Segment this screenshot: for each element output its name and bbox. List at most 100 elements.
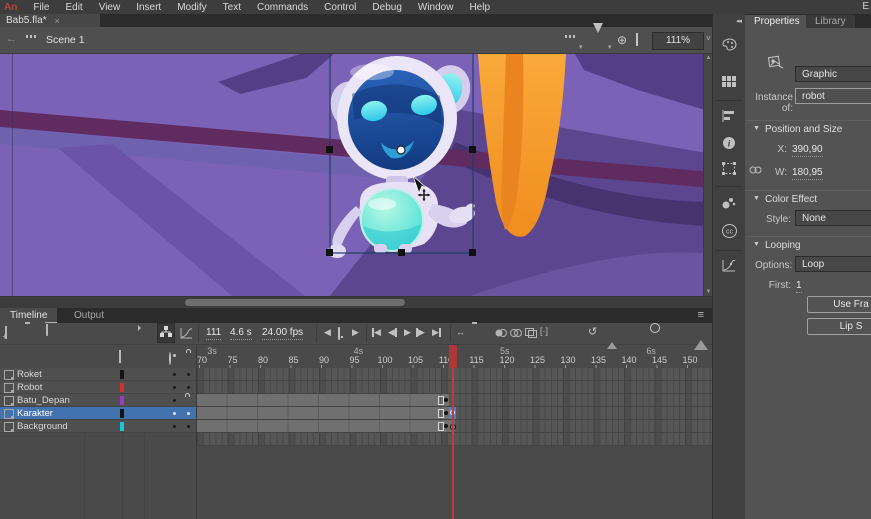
menu-text[interactable]: Text: [215, 2, 249, 13]
layer-lock-dot[interactable]: [187, 386, 190, 389]
keyframe-marker[interactable]: [444, 424, 448, 428]
section-position-size[interactable]: ▼ Position and Size: [745, 120, 871, 137]
edit-symbols-icon[interactable]: [593, 33, 603, 44]
lip-sync-button[interactable]: Lip S: [807, 318, 871, 335]
symbol-type-select[interactable]: Graphic: [795, 66, 871, 82]
layer-color-swatch[interactable]: [120, 409, 124, 418]
layer-row-batu_depan[interactable]: Batu_Depan: [0, 394, 196, 407]
first-frame-button[interactable]: ◀: [372, 327, 381, 338]
layer-color-swatch[interactable]: [120, 383, 124, 392]
layer-row-roket[interactable]: Roket: [0, 368, 196, 381]
tab-timeline[interactable]: Timeline: [0, 308, 57, 323]
frame-span[interactable]: [197, 420, 455, 432]
chevron-down-icon[interactable]: ˅: [706, 34, 711, 43]
section-looping[interactable]: ▼ Looping: [745, 236, 871, 253]
transform-panel-icon[interactable]: [722, 162, 736, 178]
frame-span[interactable]: [197, 394, 449, 406]
timeline-zoom-in-icon[interactable]: [694, 329, 708, 340]
menu-commands[interactable]: Commands: [249, 2, 316, 13]
modify-markers-button[interactable]: [·]: [540, 326, 548, 336]
new-layer-button[interactable]: [5, 327, 7, 338]
frame-track-batu_depan[interactable]: [197, 394, 712, 407]
layer-lock-dot[interactable]: [187, 373, 190, 376]
zoom-level-select[interactable]: 111%: [652, 32, 704, 50]
panel-menu-icon[interactable]: ≡: [698, 309, 704, 321]
first-frame-value[interactable]: 1: [796, 280, 802, 293]
timeline-zoom-out-icon[interactable]: [607, 331, 617, 342]
keyframe-marker[interactable]: [444, 411, 448, 415]
workspace-switcher-cut[interactable]: E: [862, 1, 869, 12]
x-value[interactable]: 390,90: [792, 144, 823, 157]
menu-control[interactable]: Control: [316, 2, 364, 13]
span-end-marker[interactable]: [438, 396, 444, 405]
span-end-marker[interactable]: [438, 409, 444, 418]
stage-horizontal-scrollbar[interactable]: [0, 296, 712, 308]
layer-visibility-dot[interactable]: [173, 412, 176, 415]
next-frame-button[interactable]: ▶: [416, 327, 425, 338]
document-tab[interactable]: Bab5.fla* ×: [0, 14, 100, 27]
frame-track-empty[interactable]: [197, 433, 712, 446]
clip-content-icon[interactable]: [636, 34, 638, 45]
graph-editor-button[interactable]: [180, 328, 193, 342]
w-value[interactable]: 180,95: [792, 167, 823, 180]
stage-canvas[interactable]: [0, 54, 712, 296]
menu-edit[interactable]: Edit: [57, 2, 90, 13]
frame-track-background[interactable]: [197, 420, 712, 433]
layer-visibility-dot[interactable]: [173, 373, 176, 376]
onion-skin-button[interactable]: [495, 328, 507, 341]
menu-help[interactable]: Help: [461, 2, 498, 13]
scene-name[interactable]: Scene 1: [46, 34, 85, 46]
edit-scene-caret-icon[interactable]: ▾: [579, 43, 583, 51]
layer-color-swatch[interactable]: [120, 396, 124, 405]
step-back-button[interactable]: ◀: [324, 327, 331, 338]
onion-skin-outlines-button[interactable]: [510, 328, 522, 341]
elapsed-time-value[interactable]: 4.6 s: [230, 327, 252, 340]
loop-options-select[interactable]: Loop: [795, 256, 871, 272]
tab-library[interactable]: Library: [806, 15, 855, 28]
brush-library-icon[interactable]: [722, 196, 736, 212]
span-end-marker[interactable]: [438, 422, 444, 431]
swatches-panel-icon[interactable]: [722, 76, 736, 91]
loop-button[interactable]: [338, 328, 340, 339]
scrollbar-thumb[interactable]: [185, 299, 405, 306]
tab-output[interactable]: Output: [64, 308, 114, 323]
center-stage-icon[interactable]: ⊕: [617, 33, 627, 47]
style-select[interactable]: None: [795, 210, 871, 226]
step-forward-button[interactable]: ▶: [352, 327, 359, 338]
motion-editor-icon[interactable]: [722, 260, 736, 275]
onion-span-button[interactable]: ↔: [456, 327, 465, 337]
edit-symbols-caret-icon[interactable]: ▾: [608, 43, 612, 51]
scroll-up-icon[interactable]: ▲: [705, 55, 712, 61]
eye-icon[interactable]: [169, 353, 171, 364]
collapse-panels-icon[interactable]: ◂◂: [736, 17, 741, 25]
layer-color-swatch[interactable]: [120, 422, 124, 431]
frame-track-karakter[interactable]: [197, 407, 712, 420]
last-frame-button[interactable]: ▶: [432, 327, 441, 338]
layer-visibility-dot[interactable]: [173, 425, 176, 428]
instance-name-field[interactable]: robot: [795, 88, 871, 104]
delete-layer-button[interactable]: [46, 324, 48, 335]
layer-visibility-dot[interactable]: [173, 386, 176, 389]
section-color-effect[interactable]: ▼ Color Effect: [745, 190, 871, 207]
tab-properties[interactable]: Properties: [745, 15, 809, 28]
align-panel-icon[interactable]: [722, 110, 736, 125]
layer-row-karakter[interactable]: Karakter: [0, 407, 196, 420]
prev-frame-button[interactable]: ◀: [388, 327, 397, 338]
play-button[interactable]: ▶: [404, 327, 411, 338]
info-panel-icon[interactable]: i: [722, 136, 736, 153]
menu-window[interactable]: Window: [410, 2, 462, 13]
frame-track-robot[interactable]: [197, 381, 712, 394]
link-width-height-icon[interactable]: [749, 166, 762, 177]
menu-debug[interactable]: Debug: [364, 2, 409, 13]
back-arrow-icon[interactable]: ←: [6, 33, 17, 45]
layer-lock-dot[interactable]: [187, 425, 190, 428]
keyframe-marker[interactable]: [444, 398, 448, 402]
frame-span[interactable]: [197, 407, 449, 419]
layer-row-robot[interactable]: Robot: [0, 381, 196, 394]
menu-file[interactable]: File: [25, 2, 57, 13]
layer-visibility-dot[interactable]: [173, 399, 176, 402]
layer-lock-dot[interactable]: [187, 412, 190, 415]
close-icon[interactable]: ×: [55, 16, 60, 26]
menu-modify[interactable]: Modify: [169, 2, 214, 13]
use-frame-picker-button[interactable]: Use Fra: [807, 296, 871, 313]
